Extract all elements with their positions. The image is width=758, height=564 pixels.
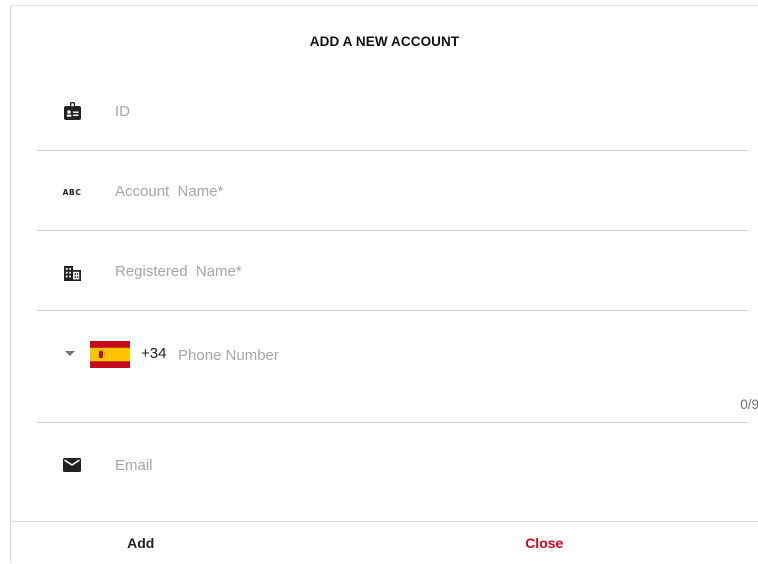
account-name-field-row: ABC [37,151,749,231]
email-input[interactable] [115,455,715,475]
phone-number-input[interactable] [178,345,598,365]
mail-icon [63,456,81,474]
abc-icon: ABC [63,183,81,201]
registered-name-input[interactable] [115,261,715,281]
add-account-dialog: ADD A NEW ACCOUNT ABC [10,5,758,562]
phone-field-row: +34 0/9 [37,311,749,423]
id-input[interactable] [115,101,715,121]
dialog-actions: Add Close [11,521,758,564]
registered-name-field-row [37,231,749,311]
close-button[interactable]: Close [415,522,758,564]
building-icon [63,263,81,281]
id-field-row [37,71,749,151]
dialog-title: ADD A NEW ACCOUNT [11,34,758,49]
email-field-row [37,423,749,503]
chevron-down-icon[interactable] [65,351,75,356]
dial-code: +34 [141,345,166,362]
badge-icon [63,102,81,120]
account-name-input[interactable] [115,181,715,201]
spain-flag-icon[interactable] [90,341,130,368]
add-button[interactable]: Add [11,522,415,564]
character-counter: 0/9 [740,397,758,412]
